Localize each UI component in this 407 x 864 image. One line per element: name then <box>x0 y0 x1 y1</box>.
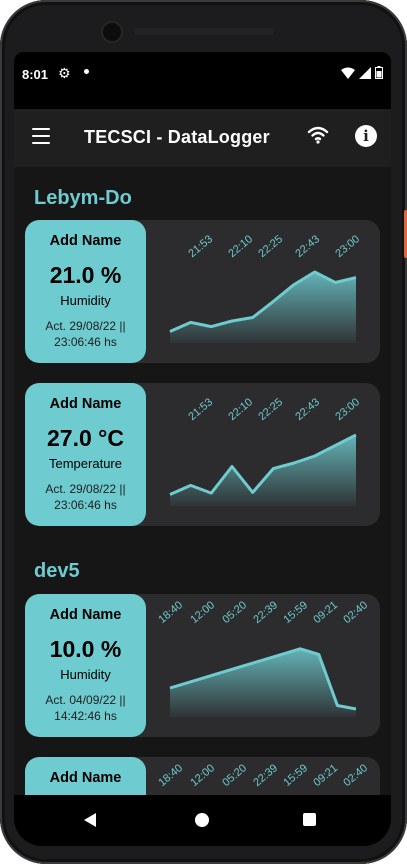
x-tick-label: 15:59 <box>281 762 311 789</box>
sensor-chart: 21:53 22:10 22:25 22:43 23:00 <box>146 220 380 363</box>
status-time: 8:01 <box>22 67 49 82</box>
sensor-updated-time: 23:06:46 hs <box>54 498 117 512</box>
sensor-chart: 18:40 12:00 05:20 22:39 15:59 09:21 02:4… <box>146 757 380 795</box>
sensor-updated-time: 23:06:46 hs <box>54 335 117 349</box>
sensor-updated: Act. 29/08/22 || 23:06:46 hs <box>25 318 146 350</box>
device-list[interactable]: Lebym-Do Add Name 21.0 % Humidity Act. 2… <box>14 167 391 795</box>
screen: 8:01 ⚙ TECSCI - DataLogger i Lebym-Do Ad… <box>14 52 391 846</box>
sensor-name[interactable]: Add Name <box>25 396 146 412</box>
sensor-updated: Act. 04/09/22 || 14:42:46 hs <box>25 692 146 724</box>
sensor-updated-time: 14:42:46 hs <box>54 709 117 723</box>
sensor-chart: 18:40 12:00 05:20 22:39 15:59 09:21 02:4… <box>146 594 380 737</box>
chart-area <box>170 272 356 343</box>
x-tick-label: 22:39 <box>251 762 281 789</box>
sensor-name[interactable]: Add Name <box>25 607 146 623</box>
phone-bezel <box>0 0 407 52</box>
home-icon[interactable] <box>195 813 209 827</box>
x-tick-label: 09:21 <box>311 762 341 789</box>
sensor-summary: Add Name 21.0 % Humidity Act. 29/08/22 |… <box>25 220 146 363</box>
dot-icon <box>84 69 89 74</box>
battery-icon <box>375 66 383 79</box>
chart-area <box>170 435 356 506</box>
sensor-updated-date: Act. 29/08/22 || <box>45 319 126 333</box>
sensor-type: Humidity <box>60 667 111 682</box>
status-icons <box>341 66 383 79</box>
sensor-card[interactable]: Add Name 18:40 12:00 05:20 22:39 15:59 0… <box>25 757 380 795</box>
sensor-card[interactable]: Add Name 27.0 °C Temperature Act. 29/08/… <box>25 383 380 526</box>
x-tick-label: 12:00 <box>188 762 218 789</box>
sensor-chart: 21:53 22:10 22:25 22:43 23:00 <box>146 383 380 526</box>
sensor-type: Humidity <box>60 293 111 308</box>
sensor-card[interactable]: Add Name 10.0 % Humidity Act. 04/09/22 |… <box>25 594 380 737</box>
wifi-icon[interactable] <box>307 125 329 145</box>
info-icon[interactable]: i <box>355 125 377 147</box>
sensor-name[interactable]: Add Name <box>25 233 146 249</box>
system-nav-bar <box>14 795 391 846</box>
sensor-name[interactable]: Add Name <box>25 770 146 786</box>
sensor-value: 27.0 °C <box>47 425 124 451</box>
sensor-card[interactable]: Add Name 21.0 % Humidity Act. 29/08/22 |… <box>25 220 380 363</box>
camera-icon <box>103 23 121 41</box>
back-icon[interactable] <box>84 813 96 827</box>
sensor-type: Temperature <box>49 456 122 471</box>
signal-icon <box>359 66 371 79</box>
status-bar: 8:01 ⚙ <box>14 52 391 109</box>
sensor-updated-date: Act. 29/08/22 || <box>45 482 126 496</box>
sensor-summary: Add Name 27.0 °C Temperature Act. 29/08/… <box>25 383 146 526</box>
recents-icon[interactable] <box>303 813 316 826</box>
sensor-updated-date: Act. 04/09/22 || <box>45 693 126 707</box>
menu-icon[interactable] <box>32 128 50 144</box>
phone-frame: 8:01 ⚙ TECSCI - DataLogger i Lebym-Do Ad… <box>0 0 407 864</box>
speaker-grille <box>134 28 274 35</box>
wifi-icon <box>341 67 355 79</box>
app-title: TECSCI - DataLogger <box>84 127 270 147</box>
settings-icon: ⚙ <box>58 65 71 81</box>
x-tick-label: 02:40 <box>341 762 371 789</box>
x-tick-label: 18:40 <box>156 762 186 789</box>
sensor-summary: Add Name <box>25 757 146 795</box>
app-bar: TECSCI - DataLogger i <box>14 109 391 167</box>
section-title: Lebym-Do <box>34 187 132 209</box>
sensor-value: 21.0 % <box>49 262 122 288</box>
sensor-updated: Act. 29/08/22 || 23:06:46 hs <box>25 481 146 513</box>
sensor-summary: Add Name 10.0 % Humidity Act. 04/09/22 |… <box>25 594 146 737</box>
sensor-value: 10.0 % <box>49 636 122 662</box>
x-tick-label: 05:20 <box>220 762 250 789</box>
section-title: dev5 <box>34 560 80 582</box>
